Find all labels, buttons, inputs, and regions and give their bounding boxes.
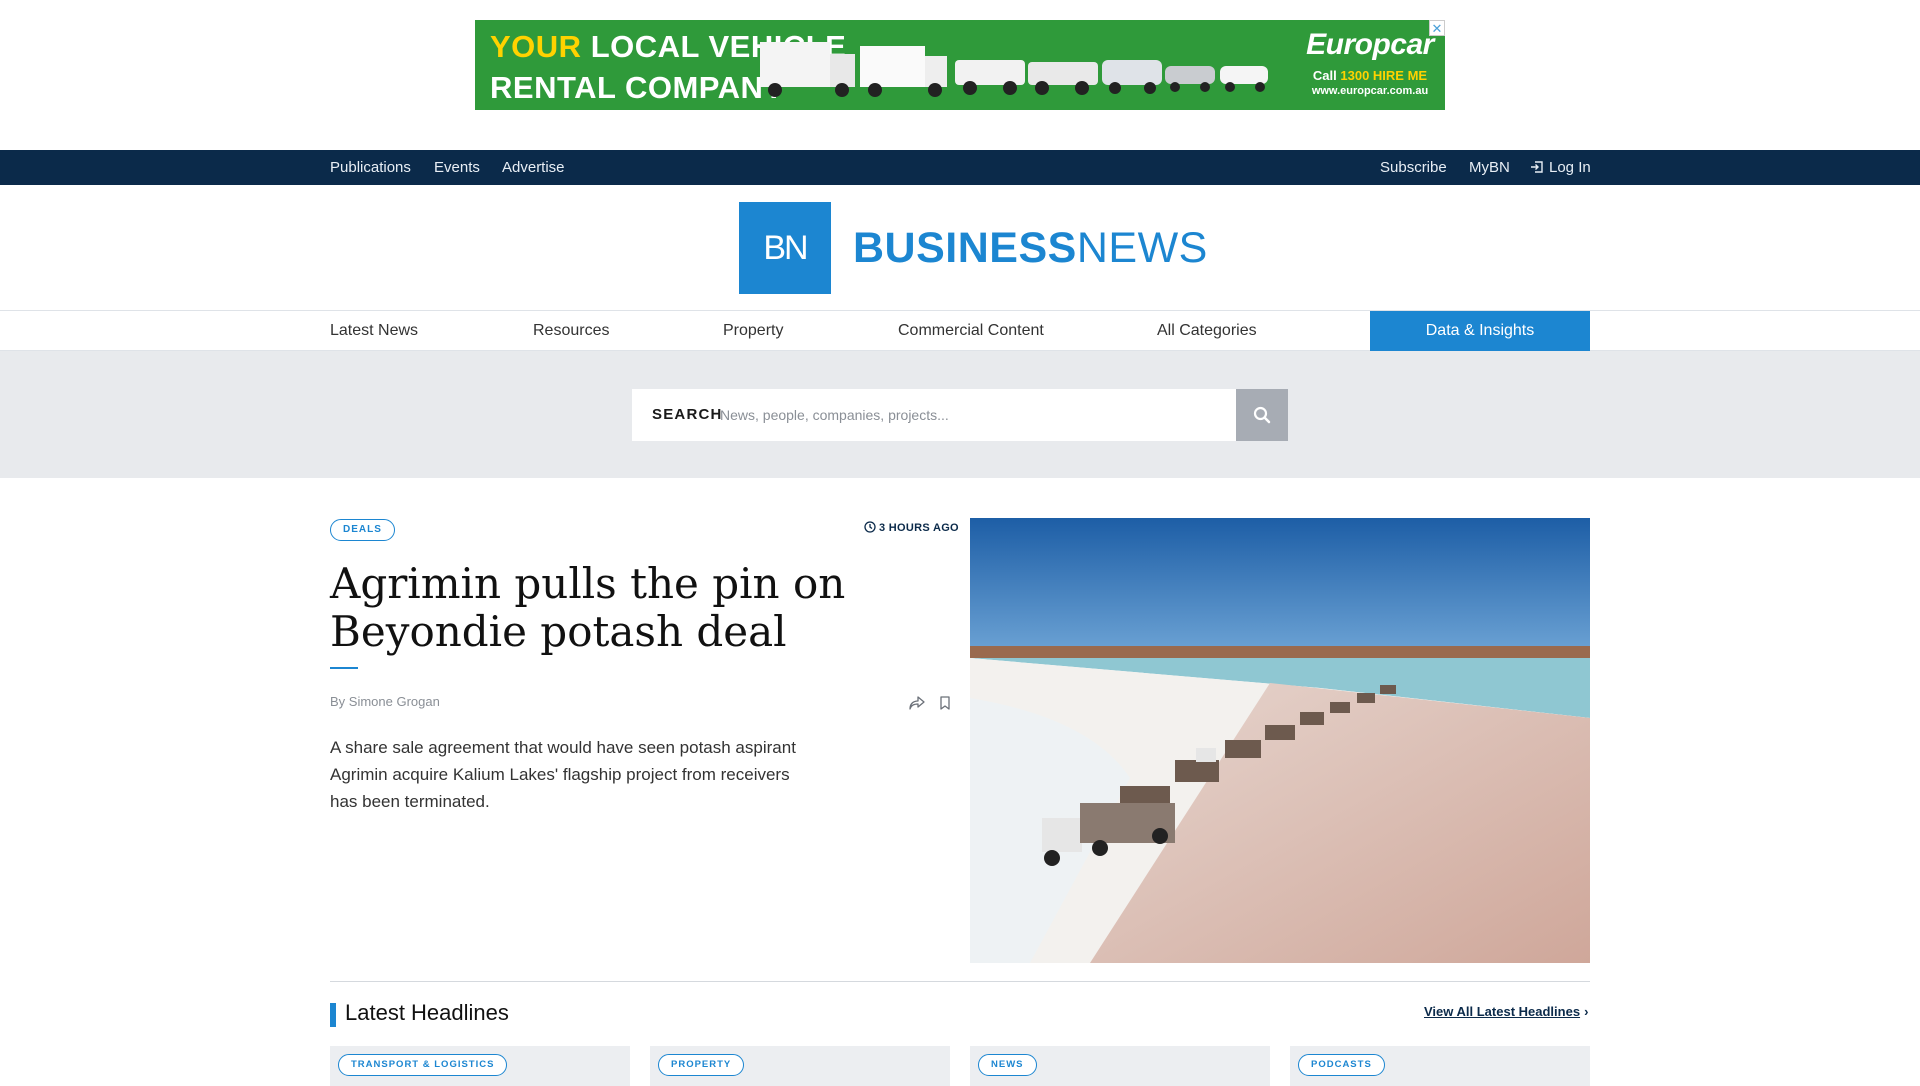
card-category-tag[interactable]: NEWS [978, 1054, 1037, 1076]
search-label: SEARCH [652, 406, 723, 423]
search-icon [1253, 406, 1271, 424]
nav-all-categories[interactable]: All Categories [1157, 311, 1257, 351]
search-band: SEARCH [0, 351, 1920, 478]
headline-card[interactable]: NEWS [970, 1046, 1270, 1086]
card-category-tag[interactable]: TRANSPORT & LOGISTICS [338, 1054, 508, 1076]
nav-commercial-content[interactable]: Commercial Content [898, 311, 1044, 351]
feature-headline[interactable]: Agrimin pulls the pin on Beyondie potash… [330, 560, 950, 656]
feature-image-salt-lake-trucks[interactable] [970, 518, 1590, 963]
ad-url: www.europcar.com.au [1311, 85, 1429, 97]
business-news-wordmark[interactable]: BUSINESSNEWS [853, 223, 1208, 273]
view-all-label: View All Latest Headlines [1424, 1004, 1581, 1019]
topbar-link-advertise[interactable]: Advertise [502, 150, 565, 185]
feature-time-text: 3 HOURS AGO [879, 522, 959, 534]
mybn-link[interactable]: MyBN [1469, 150, 1510, 185]
login-icon [1531, 161, 1543, 173]
feature-timestamp: 3 HOURS AGO [864, 521, 959, 534]
ad-vehicles-image [760, 42, 1268, 97]
feature-byline: By Simone Grogan [330, 694, 440, 709]
login-label: Log In [1549, 159, 1591, 176]
subscribe-link[interactable]: Subscribe [1380, 150, 1447, 185]
view-all-latest-headlines-link[interactable]: View All Latest Headlines › [1424, 1004, 1588, 1019]
data-insights-button[interactable]: Data & Insights [1370, 311, 1590, 351]
latest-headlines-accent [330, 1003, 336, 1027]
latest-headlines-title: Latest Headlines [345, 1000, 509, 1025]
search-input[interactable] [720, 401, 1220, 429]
ad-banner-area: YOUR LOCAL VEHICLE RENTAL COMPANY Europc… [0, 0, 1920, 150]
login-link[interactable]: Log In [1530, 150, 1591, 185]
card-category-tag[interactable]: PODCASTS [1298, 1054, 1385, 1076]
headline-card[interactable]: TRANSPORT & LOGISTICS [330, 1046, 630, 1086]
topbar-link-publications[interactable]: Publications [330, 150, 411, 185]
masthead: BN BUSINESSNEWS [0, 185, 1920, 310]
bookmark-icon[interactable] [939, 696, 951, 710]
chevron-right-icon: › [1584, 1004, 1589, 1019]
main-navigation: Latest News Resources Property Commercia… [0, 310, 1920, 351]
headline-accent-rule [330, 667, 358, 669]
topbar-link-events[interactable]: Events [434, 150, 480, 185]
ad-close-icon[interactable]: ✕ [1429, 20, 1445, 36]
share-icon[interactable] [909, 696, 925, 710]
card-category-tag[interactable]: PROPERTY [658, 1054, 745, 1076]
nav-latest-news[interactable]: Latest News [330, 311, 418, 351]
ad-call-text: Call 1300 HIRE ME [1312, 68, 1428, 83]
feature-category-tag[interactable]: DEALS [330, 519, 395, 541]
headline-card[interactable]: PODCASTS [1290, 1046, 1590, 1086]
europcar-ad[interactable]: YOUR LOCAL VEHICLE RENTAL COMPANY Europc… [475, 20, 1445, 110]
nav-property[interactable]: Property [723, 311, 783, 351]
nav-resources[interactable]: Resources [533, 311, 609, 351]
bn-logo-mark[interactable]: BN [739, 202, 831, 294]
feature-summary: A share sale agreement that would have s… [330, 738, 796, 811]
ad-brand-block: Europcar Call 1300 HIRE ME www.europcar.… [1300, 28, 1440, 97]
search-button[interactable] [1236, 389, 1288, 441]
europcar-logo: Europcar [1306, 28, 1434, 61]
section-divider [330, 981, 1590, 982]
search-box: SEARCH [632, 389, 1237, 441]
clock-icon [864, 521, 876, 533]
headline-card[interactable]: PROPERTY [650, 1046, 950, 1086]
top-utility-bar: Publications Events Advertise Subscribe … [0, 150, 1920, 185]
